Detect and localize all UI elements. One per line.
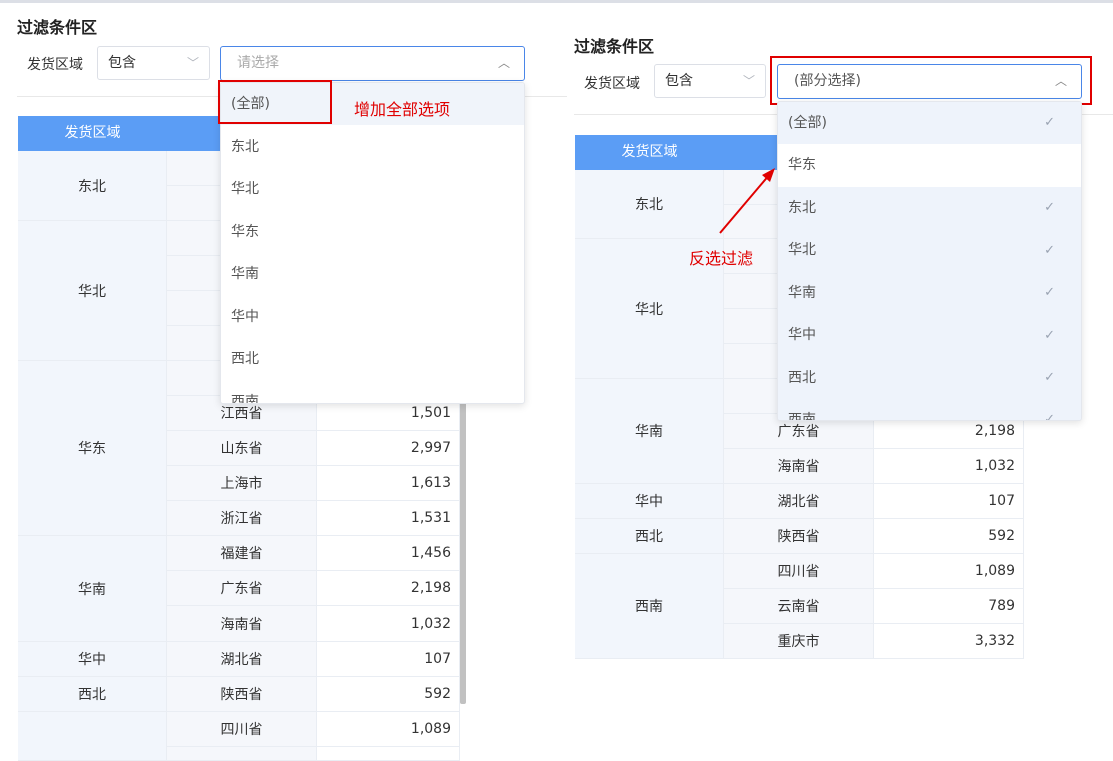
field-label: 发货区域 — [584, 76, 640, 92]
table-cell-value: 3,332 — [874, 624, 1024, 659]
table-cell-province: 广东省 — [167, 571, 317, 606]
dropdown-option[interactable]: 西北 — [221, 338, 524, 380]
option-label: 华北 — [788, 242, 816, 258]
dropdown-option[interactable]: 东北 ✓ — [778, 187, 1081, 229]
table-cell-province: 陕西省 — [724, 519, 874, 554]
table-cell-province: 海南省 — [724, 449, 874, 484]
placeholder-text: 请选择 — [237, 55, 279, 71]
table-cell-province: 湖北省 — [724, 484, 874, 519]
check-icon: ✓ — [1044, 370, 1055, 385]
dropdown-option-unchecked[interactable]: 华东 — [778, 144, 1081, 187]
dropdown-option[interactable]: 华南 ✓ — [778, 272, 1081, 314]
table-cell-region: 华南 — [18, 536, 167, 642]
dropdown-option[interactable]: 华中 — [221, 296, 524, 338]
table-cell-province: 湖北省 — [167, 642, 317, 677]
dropdown-option[interactable]: 东北 — [221, 126, 524, 168]
table-cell-province: 陕西省 — [167, 677, 317, 712]
table-cell-value: 592 — [317, 677, 460, 712]
table-cell-value: 592 — [874, 519, 1024, 554]
table-cell-province: 四川省 — [167, 712, 317, 747]
chevron-down-icon: ﹀ — [742, 74, 755, 88]
dropdown-option[interactable]: 华北 ✓ — [778, 229, 1081, 272]
table-cell-region: 西北 — [575, 519, 724, 554]
check-icon: ✓ — [1044, 328, 1055, 343]
table-cell-region: 华东 — [18, 361, 167, 536]
check-icon: ✓ — [1044, 412, 1055, 421]
dropdown-option[interactable]: 华东 — [221, 211, 524, 253]
top-border — [0, 0, 1113, 3]
table-cell-province: 重庆市 — [724, 624, 874, 659]
table-cell-province: 云南省 — [724, 589, 874, 624]
option-label: (全部) — [788, 115, 827, 131]
dropdown-option[interactable]: 华中 ✓ — [778, 314, 1081, 357]
highlight-box — [770, 56, 1092, 105]
dropdown-option[interactable]: 华南 — [221, 253, 524, 295]
table-scrollbar[interactable] — [460, 396, 466, 704]
table-cell-value: 1,089 — [874, 554, 1024, 589]
option-label: 西南 — [788, 412, 816, 421]
region-select-input[interactable]: 请选择 ︿ — [220, 46, 525, 81]
table-cell-region: 华南 — [575, 379, 724, 484]
operator-value: 包含 — [665, 73, 693, 89]
annotation-add-all: 增加全部选项 — [354, 100, 451, 119]
table-cell-region: 西南 — [575, 554, 724, 659]
region-dropdown: (全部) ✓ 华东 东北 ✓ 华北 ✓ 华南 ✓ 华中 ✓ 西北 ✓ 西南 ✓ — [777, 101, 1082, 421]
table-cell-province: 山东省 — [167, 431, 317, 466]
table-cell-region: 华中 — [18, 642, 167, 677]
table-header-region: 发货区域 — [18, 116, 167, 151]
field-label: 发货区域 — [27, 57, 83, 73]
table-cell-value: 107 — [317, 642, 460, 677]
table-cell-province: 四川省 — [724, 554, 874, 589]
check-icon: ✓ — [1044, 243, 1055, 258]
table-cell-value — [317, 747, 460, 761]
chevron-up-icon: ︿ — [497, 56, 510, 70]
table-cell-region: 华中 — [575, 484, 724, 519]
table-cell-region: 东北 — [18, 151, 167, 221]
table-cell-province — [167, 747, 317, 761]
dropdown-option[interactable]: 华北 — [221, 168, 524, 210]
option-label: 东北 — [788, 200, 816, 216]
check-icon: ✓ — [1044, 115, 1055, 130]
table-cell-value: 1,032 — [317, 606, 460, 642]
annotation-arrow — [719, 168, 775, 234]
dropdown-option[interactable]: 西南 ✓ — [778, 399, 1081, 421]
dropdown-option-all[interactable]: (全部) ✓ — [778, 102, 1081, 144]
option-label: 华东 — [788, 157, 816, 173]
check-icon: ✓ — [1044, 285, 1055, 300]
table-cell-value: 1,456 — [317, 536, 460, 571]
table-cell-value: 1,032 — [874, 449, 1024, 484]
table-cell-value: 789 — [874, 589, 1024, 624]
check-icon: ✓ — [1044, 200, 1055, 215]
section-title: 过滤条件区 — [574, 37, 655, 56]
option-label: 华中 — [788, 327, 816, 343]
operator-select[interactable]: 包含 ﹀ — [97, 46, 210, 80]
table-cell-value: 1,089 — [317, 712, 460, 747]
table-cell-region — [18, 712, 167, 761]
option-label: 华南 — [788, 285, 816, 301]
dropdown-option[interactable]: 西北 ✓ — [778, 357, 1081, 399]
table-cell-province: 上海市 — [167, 466, 317, 501]
option-label: 西北 — [788, 370, 816, 386]
highlight-box — [218, 80, 332, 124]
operator-value: 包含 — [108, 55, 136, 71]
table-cell-value: 1,531 — [317, 501, 460, 536]
table-cell-region: 西北 — [18, 677, 167, 712]
section-title: 过滤条件区 — [17, 18, 98, 37]
table-cell-value: 1,613 — [317, 466, 460, 501]
table-cell-value: 2,198 — [317, 571, 460, 606]
dropdown-option[interactable]: 西南 — [221, 381, 524, 403]
table-cell-value: 2,997 — [317, 431, 460, 466]
table-cell-province: 海南省 — [167, 606, 317, 642]
operator-select[interactable]: 包含 ﹀ — [654, 64, 766, 98]
region-dropdown: (全部) 东北 华北 华东 华南 华中 西北 西南 — [220, 82, 525, 404]
chevron-down-icon: ﹀ — [186, 56, 199, 70]
table-cell-region: 华北 — [18, 221, 167, 361]
annotation-invert-filter: 反选过滤 — [689, 249, 754, 268]
table-cell-province: 浙江省 — [167, 501, 317, 536]
table-cell-value: 107 — [874, 484, 1024, 519]
table-cell-province: 福建省 — [167, 536, 317, 571]
